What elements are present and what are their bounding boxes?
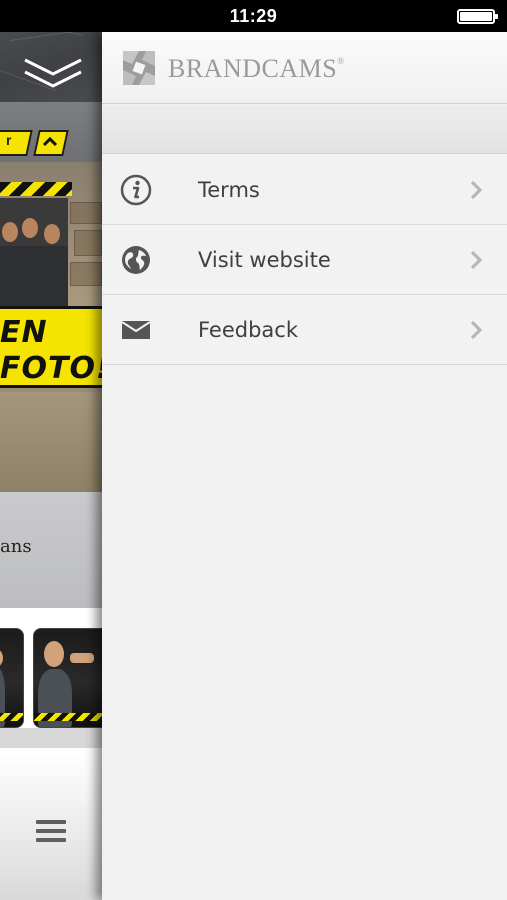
brandcams-logo-icon bbox=[123, 51, 155, 85]
status-bar: 11:29 bbox=[0, 0, 507, 32]
menu-item-label: Terms bbox=[198, 178, 260, 202]
double-chevron-down-icon[interactable] bbox=[22, 56, 84, 92]
drawer-menu: Terms Visit website Feedback bbox=[102, 155, 507, 365]
chevron-right-icon bbox=[470, 180, 483, 200]
promo-banner-line1: EN bbox=[0, 315, 48, 350]
background-tag[interactable] bbox=[0, 130, 33, 156]
background-photo-people bbox=[0, 198, 68, 308]
promo-banner: EN FOTO! bbox=[0, 306, 102, 388]
background-partial-text: ans bbox=[0, 536, 32, 557]
status-time: 11:29 bbox=[229, 6, 278, 26]
thumbnail[interactable] bbox=[33, 628, 102, 728]
promo-banner-line2: FOTO! bbox=[0, 351, 102, 386]
brand-name-text: BRANDCAMS bbox=[168, 54, 338, 83]
background-app-panel: r EN FOTO! ans bbox=[0, 0, 102, 900]
menu-item-visit-website[interactable]: Visit website bbox=[102, 225, 507, 295]
drawer-subheader bbox=[102, 105, 507, 154]
hamburger-menu-icon[interactable] bbox=[36, 820, 66, 842]
menu-item-terms[interactable]: Terms bbox=[102, 155, 507, 225]
chevron-right-icon bbox=[470, 320, 483, 340]
chevron-up-icon bbox=[42, 136, 58, 147]
registered-mark: ® bbox=[337, 56, 345, 66]
hazard-tape bbox=[0, 182, 72, 196]
thumbnail[interactable] bbox=[0, 628, 24, 728]
drawer-header: BRANDCAMS® bbox=[102, 32, 507, 104]
globe-icon bbox=[122, 246, 150, 274]
chevron-right-icon bbox=[470, 250, 483, 270]
envelope-icon bbox=[121, 321, 151, 339]
info-icon bbox=[120, 174, 152, 206]
battery-full-icon bbox=[457, 9, 498, 24]
menu-item-label: Feedback bbox=[198, 318, 299, 342]
brand-name: BRANDCAMS® bbox=[168, 54, 345, 84]
side-drawer: BRANDCAMS® Terms Visit website Feedback bbox=[102, 32, 507, 900]
background-tag-text: r bbox=[6, 132, 12, 148]
menu-item-feedback[interactable]: Feedback bbox=[102, 295, 507, 365]
menu-item-label: Visit website bbox=[198, 248, 331, 272]
